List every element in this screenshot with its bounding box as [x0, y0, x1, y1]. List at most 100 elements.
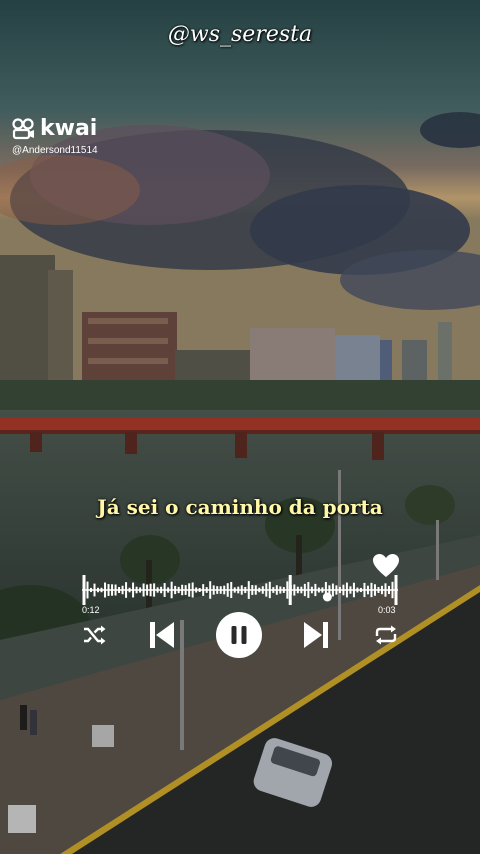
waveform-bar [317, 587, 320, 593]
waveform-bar [279, 586, 282, 594]
previous-icon[interactable] [148, 620, 176, 650]
waveform-bar [160, 586, 163, 594]
kwai-logo-icon [12, 117, 34, 139]
waveform-bar [307, 582, 310, 598]
waveform-bar [212, 585, 215, 595]
watermark-handle: @ws_seresta [167, 22, 313, 47]
waveform-bar [181, 584, 184, 596]
progress-handle[interactable] [322, 592, 332, 602]
playback-controls [0, 612, 480, 658]
waveform-bar [261, 586, 264, 594]
waveform-bar [230, 581, 233, 599]
waveform-bar [174, 585, 177, 595]
waveform-bar [352, 582, 355, 598]
waveform-bar [258, 587, 261, 593]
waveform-bar [265, 583, 268, 597]
waveform-bar [254, 585, 257, 595]
waveform-bar [296, 586, 299, 594]
waveform-bar [321, 587, 324, 593]
kwai-watermark: kwai @Andersond11514 [12, 116, 98, 156]
waveform-bar [97, 587, 100, 593]
waveform-bar [233, 587, 236, 593]
waveform-bar [184, 585, 187, 595]
waveform-bar [237, 586, 240, 594]
waveform-bar [132, 582, 135, 598]
waveform-bar [251, 585, 254, 595]
waveform-bar [247, 581, 250, 599]
waveform-bar [223, 585, 226, 595]
waveform-bar [387, 585, 390, 595]
waveform-bar [209, 581, 212, 599]
waveform-bar [195, 587, 198, 593]
waveform-bar [90, 587, 93, 593]
pause-button[interactable] [215, 612, 263, 658]
shuffle-icon[interactable] [82, 624, 106, 646]
waveform-bar [205, 587, 208, 593]
waveform-bar [282, 587, 285, 593]
waveform-bar [331, 583, 334, 597]
waveform-bar [149, 583, 152, 597]
waveform-bar [377, 587, 380, 593]
waveform-bar [128, 587, 131, 593]
waveform-bar [314, 583, 317, 597]
waveform-bar [202, 584, 205, 596]
repeat-icon[interactable] [374, 624, 398, 646]
waveform-bar [163, 583, 166, 597]
waveform-bar [373, 584, 376, 596]
waveform-bar [146, 584, 149, 596]
waveform-bar [244, 586, 247, 594]
waveform-bar [300, 586, 303, 594]
waveform-bar [349, 586, 352, 594]
waveform-bar [125, 582, 128, 598]
waveform-bar [286, 581, 289, 599]
waveform-tick [82, 575, 86, 605]
waveform-bar [107, 584, 110, 596]
waveform-bar [191, 582, 194, 598]
waveform-bar [338, 586, 341, 594]
waveform-bar [111, 584, 114, 596]
waveform-bar [188, 583, 191, 597]
waveform-bar [198, 587, 201, 593]
waveform-bar [380, 585, 383, 595]
waveform-bar [170, 581, 173, 599]
waveform-bar [310, 586, 313, 594]
lyric-text: Já sei o caminho da porta [97, 495, 383, 519]
waveform-bar [114, 584, 117, 596]
waveform-bar [391, 581, 394, 599]
audio-waveform-slider[interactable] [78, 572, 402, 608]
waveform-bar [156, 587, 159, 593]
waveform-bar [268, 581, 271, 599]
waveform-bar [335, 585, 338, 595]
waveform-bar [118, 587, 121, 593]
waveform-bar [86, 581, 89, 599]
waveform-bar [359, 587, 362, 593]
waveform-bar [216, 586, 219, 594]
waveform-bar [366, 585, 369, 595]
waveform-bar [363, 582, 366, 598]
kwai-brand-name: kwai [40, 116, 98, 141]
next-icon[interactable] [302, 620, 330, 650]
waveform-bar [342, 584, 345, 596]
waveform-tick [394, 575, 398, 605]
waveform-bar [142, 583, 145, 597]
waveform-bar [240, 585, 243, 595]
waveform-bar [226, 583, 229, 597]
waveform-bar [356, 587, 359, 593]
waveform-bar [100, 587, 103, 593]
waveform-bar [121, 585, 124, 595]
kwai-username: @Andersond11514 [12, 145, 98, 156]
waveform-bar [139, 587, 142, 593]
waveform-bar [275, 585, 278, 595]
waveform-bar [272, 587, 275, 593]
waveform-bar [104, 582, 107, 598]
waveform-bar [293, 584, 296, 596]
waveform-bar [219, 586, 222, 594]
waveform-bar [167, 587, 170, 593]
waveform-bar [153, 583, 156, 597]
waveform-bar [93, 583, 96, 597]
waveform-bar [135, 586, 138, 594]
waveform-bar [370, 582, 373, 598]
waveform-bar [384, 583, 387, 597]
waveform-bar [303, 583, 306, 597]
waveform-bar [177, 586, 180, 594]
